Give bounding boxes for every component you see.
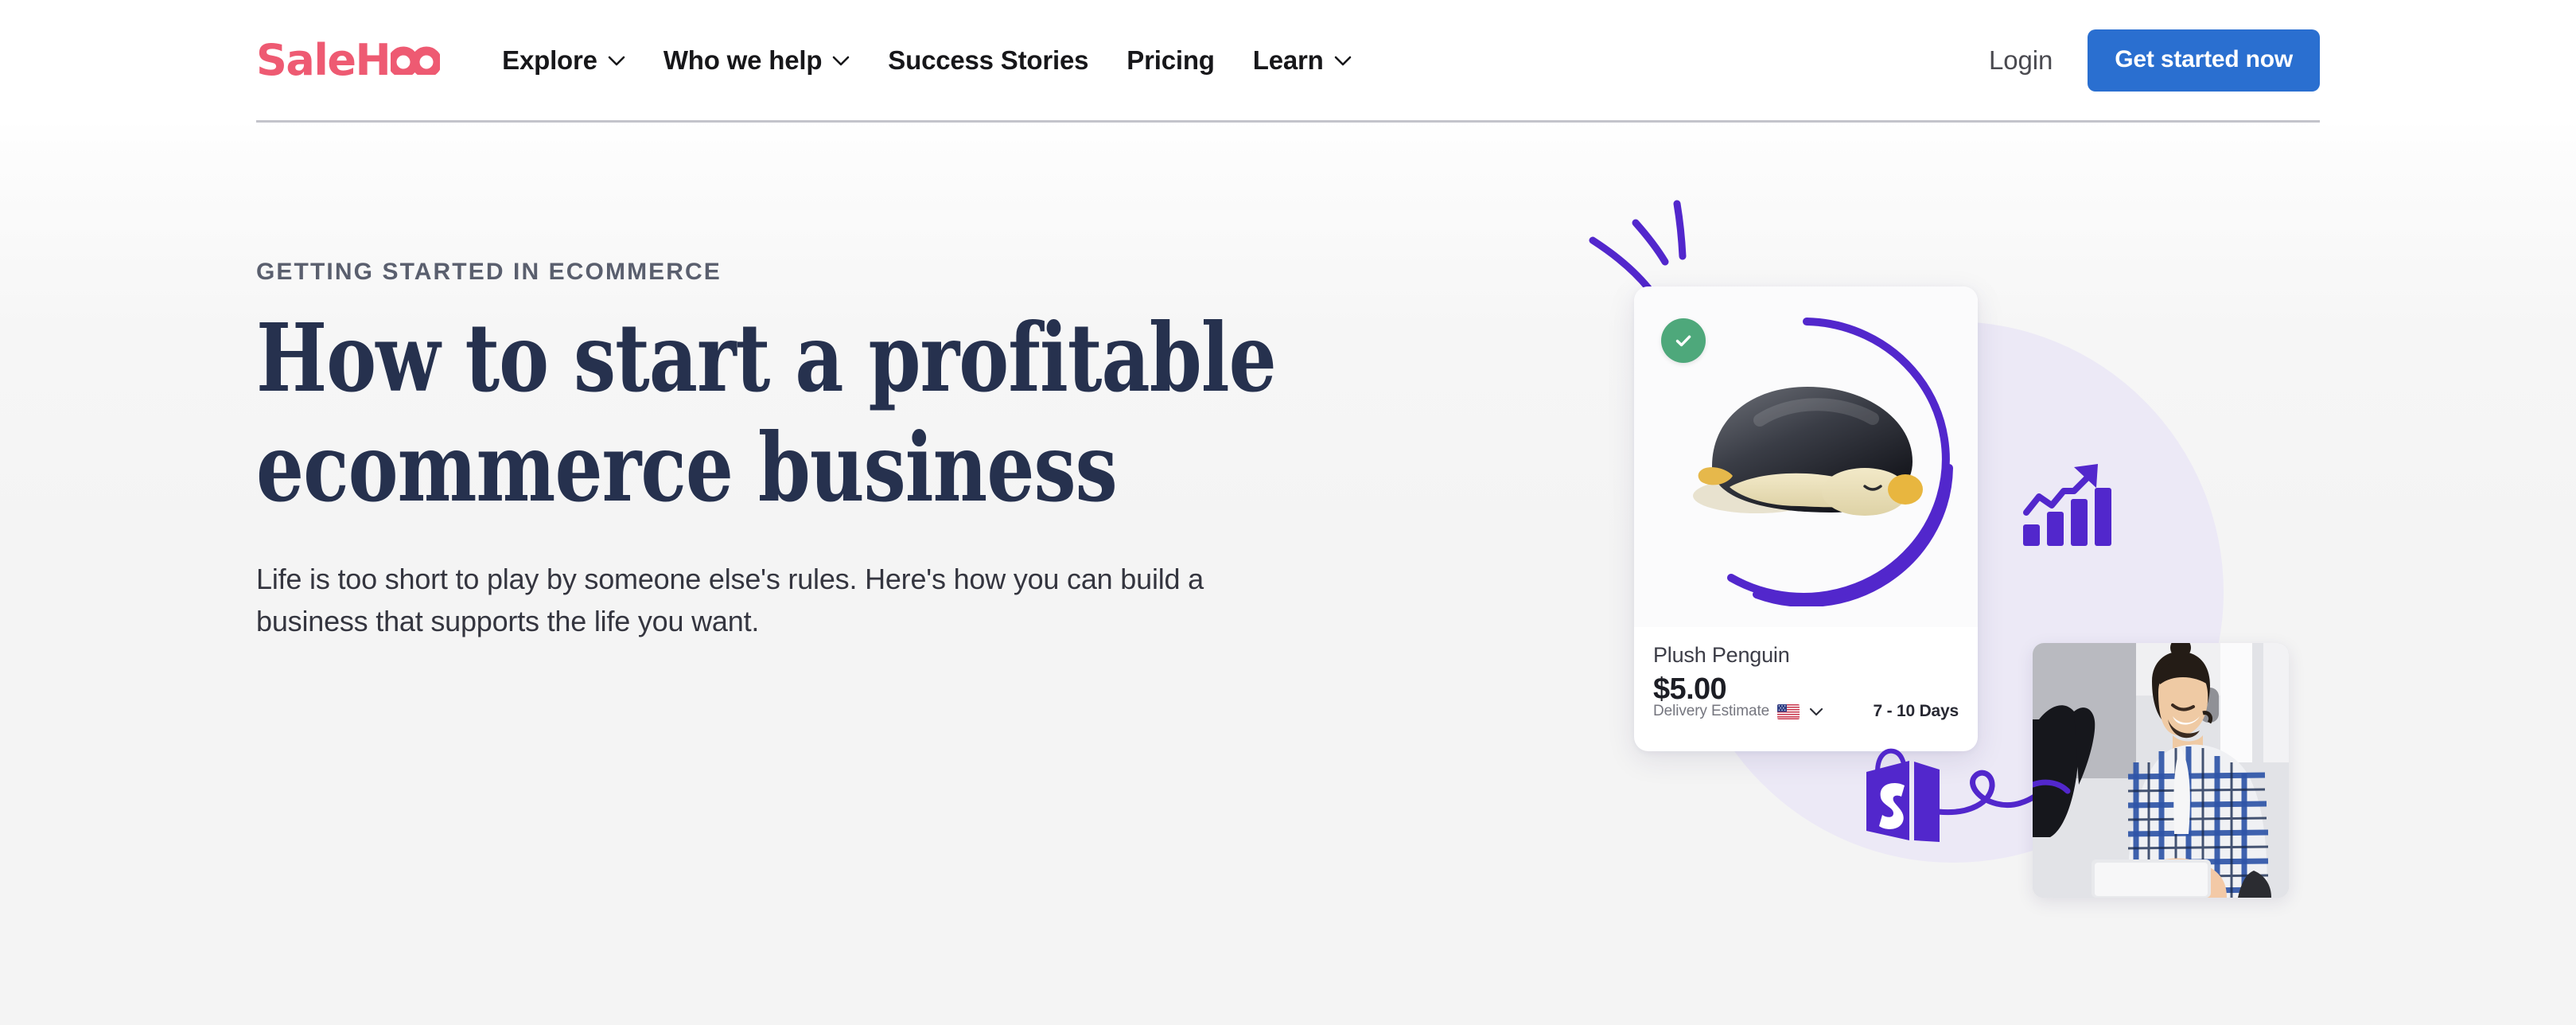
hero-text-block: GETTING STARTED IN ECOMMERCE How to star…	[256, 259, 1306, 643]
product-card-media	[1634, 286, 1978, 627]
hero-illustration: Plush Penguin $5.00 Delivery Estimate 7 …	[1575, 191, 2339, 947]
nav-item-label: Who we help	[663, 45, 823, 75]
nav-item-success-stories[interactable]: Success Stories	[869, 37, 1107, 84]
site-header: SaleH Explore Who we help Success Storie…	[0, 0, 2576, 121]
login-link[interactable]: Login	[1968, 37, 2073, 84]
header-divider	[256, 120, 2320, 123]
plush-penguin-photo	[1693, 387, 1923, 516]
verified-check-badge	[1661, 318, 1706, 363]
chevron-down-icon	[1334, 56, 1352, 66]
product-card-body: Plush Penguin $5.00	[1634, 627, 1978, 707]
delivery-estimate-row: Delivery Estimate 7 - 10 Days	[1653, 702, 1959, 721]
logo-oo-icon	[391, 43, 441, 75]
nav-item-pricing[interactable]: Pricing	[1107, 37, 1233, 84]
nav-item-explore[interactable]: Explore	[502, 37, 644, 84]
chevron-down-icon[interactable]	[1809, 707, 1823, 716]
nav-item-label: Explore	[502, 45, 597, 75]
chevron-down-icon	[832, 56, 850, 66]
nav-item-who-we-help[interactable]: Who we help	[644, 37, 869, 84]
chevron-down-icon	[608, 56, 625, 66]
header-actions: Login Get started now	[1968, 29, 2320, 92]
logo-text: SaleH	[256, 35, 391, 85]
salehoo-logo[interactable]: SaleH	[256, 35, 441, 85]
check-icon	[1675, 335, 1691, 347]
hero-subtitle: Life is too short to play by someone els…	[256, 563, 1204, 638]
page-title: How to start a profitable ecommerce busi…	[256, 302, 1277, 524]
product-title: Plush Penguin	[1653, 643, 1790, 667]
man-at-laptop-photo	[2033, 643, 2289, 898]
get-started-button[interactable]: Get started now	[2088, 29, 2320, 92]
nav-item-label: Pricing	[1127, 45, 1215, 75]
product-card[interactable]: Plush Penguin $5.00 Delivery Estimate 7 …	[1634, 286, 1978, 751]
us-flag-icon	[1777, 703, 1800, 719]
page-root: SaleH Explore Who we help Success Storie…	[0, 0, 2576, 1025]
nav-item-learn[interactable]: Learn	[1234, 37, 1371, 84]
header-inner: SaleH Explore Who we help Success Storie…	[256, 0, 2320, 121]
main-nav: Explore Who we help Success Stories Pric…	[502, 37, 1370, 84]
delivery-estimate-value: 7 - 10 Days	[1873, 702, 1959, 720]
nav-item-label: Learn	[1252, 45, 1324, 75]
nav-item-label: Success Stories	[888, 45, 1089, 75]
delivery-estimate-label: Delivery Estimate	[1653, 703, 1770, 719]
growth-chart-icon	[2023, 464, 2111, 546]
hero-eyebrow: GETTING STARTED IN ECOMMERCE	[256, 259, 722, 285]
